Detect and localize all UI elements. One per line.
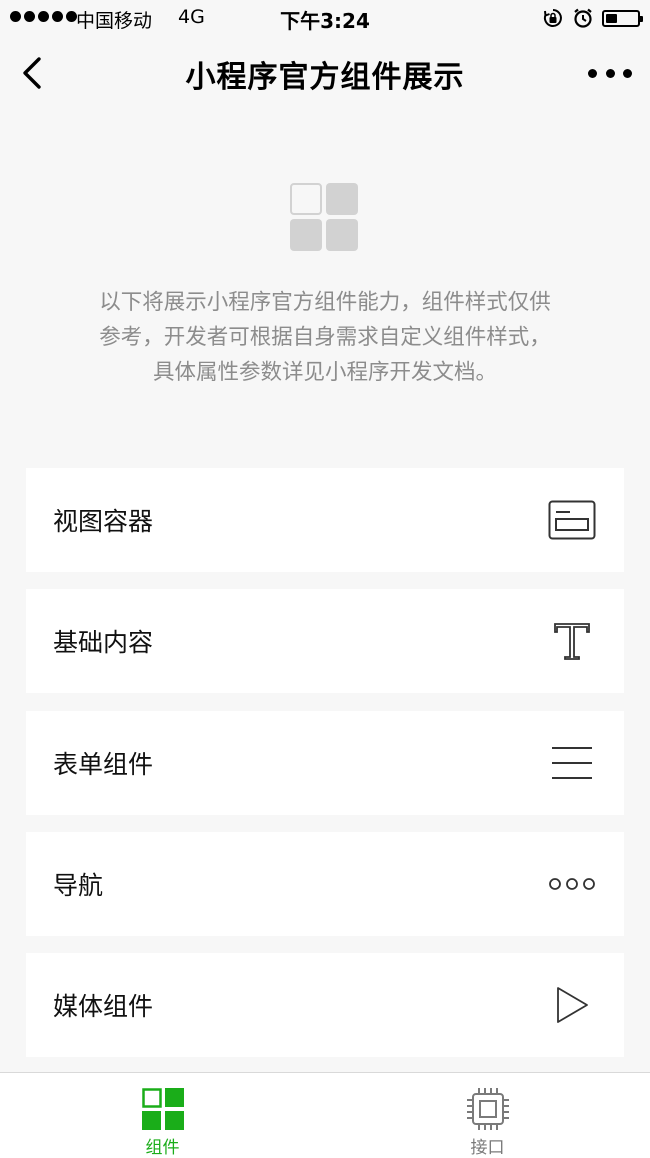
components-logo-icon: [290, 183, 360, 253]
page-title: 小程序官方组件展示: [185, 60, 465, 95]
intro-line: 以下将展示小程序官方组件能力，组件样式仅供: [99, 290, 551, 315]
more-menu-button[interactable]: [588, 60, 632, 86]
menu-item-label: 媒体组件: [53, 992, 154, 1021]
navigation-bar: 小程序官方组件展示: [0, 36, 650, 112]
more-dot-icon: [605, 68, 615, 78]
menu-item-label: 视图容器: [53, 507, 154, 536]
tab-api[interactable]: 接口: [325, 1073, 650, 1158]
battery-icon: [602, 9, 643, 27]
view-container-icon: [548, 499, 596, 541]
menu-item-form-components[interactable]: 表单组件: [26, 711, 624, 815]
menu-item-label: 导航: [53, 871, 104, 900]
alarm-icon: [574, 8, 592, 28]
intro-description: 以下将展示小程序官方组件能力，组件样式仅供 参考，开发者可根据自身需求自定义组件…: [40, 285, 610, 390]
menu-item-label: 表单组件: [53, 750, 154, 779]
menu-item-navigation[interactable]: 导航: [26, 832, 624, 936]
menu-item-basic-content[interactable]: 基础内容: [26, 589, 624, 693]
three-lines-icon: [548, 742, 596, 784]
intro-line: 具体属性参数详见小程序开发文档。: [152, 360, 497, 385]
chip-icon: [466, 1088, 509, 1130]
text-t-icon: [548, 620, 596, 662]
menu-item-label: 基础内容: [53, 628, 154, 657]
menu-item-media-components[interactable]: 媒体组件: [26, 953, 624, 1057]
menu-item-view-container[interactable]: 视图容器: [26, 468, 624, 572]
tab-label: 组件: [145, 1138, 180, 1158]
intro-line: 参考，开发者可根据自身需求自定义组件样式，: [99, 325, 551, 350]
tab-components[interactable]: 组件: [0, 1073, 325, 1158]
three-circles-icon: [548, 863, 596, 905]
more-dot-icon: [623, 68, 632, 78]
tab-label: 接口: [470, 1138, 505, 1158]
play-triangle-icon: [548, 984, 596, 1026]
tab-bar: 组件 接口: [0, 1072, 650, 1158]
status-indicators: [542, 7, 643, 29]
more-dot-icon: [588, 68, 597, 78]
status-bar: 中国移动 4G 下午3:24: [0, 0, 650, 36]
rotation-lock-icon: [543, 9, 562, 27]
grid-icon: [141, 1088, 184, 1130]
